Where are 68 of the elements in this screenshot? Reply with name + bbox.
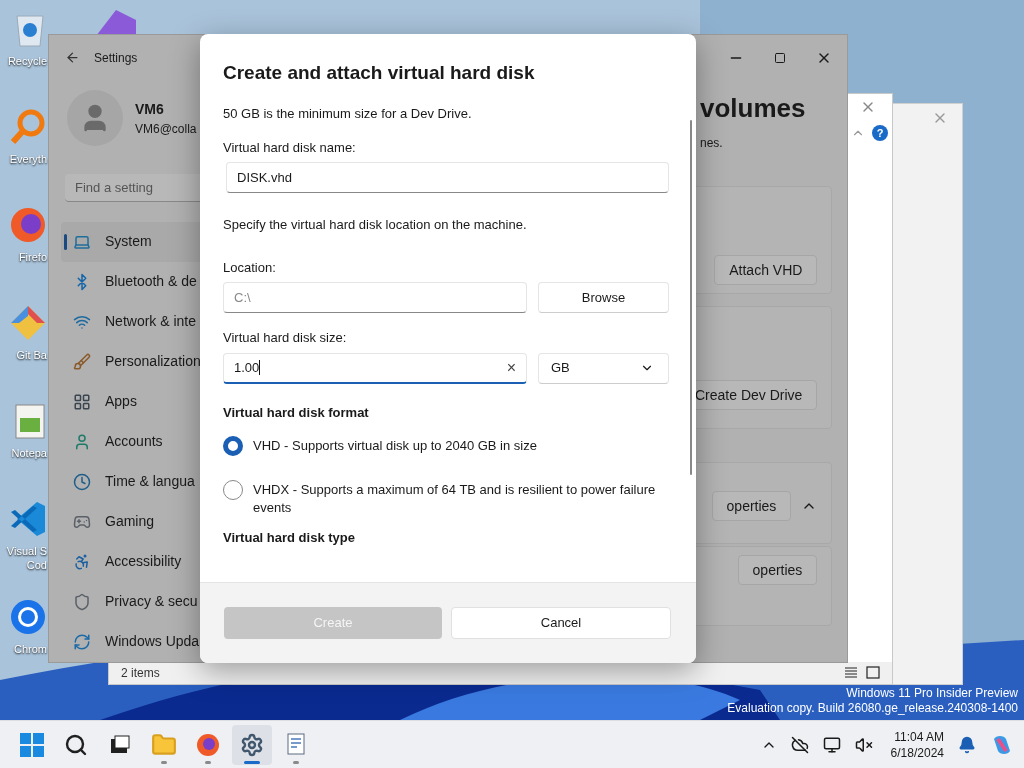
input-field[interactable]: C:\ (223, 282, 527, 313)
shield-icon (73, 593, 91, 611)
apps-icon (73, 393, 91, 411)
radio-label[interactable]: VHDX - Supports a maximum of 64 TB and is resilient to power failure events (253, 481, 663, 517)
input-field[interactable]: DISK.vhd (226, 162, 669, 193)
card-button[interactable]: operties (711, 491, 792, 521)
clear-button[interactable]: × (506, 355, 516, 380)
page-heading: volumes (700, 92, 806, 125)
tile-view-icon[interactable] (866, 666, 880, 680)
bell-icon[interactable] (958, 735, 976, 754)
taskbar-button[interactable] (232, 724, 272, 765)
cloud-off-icon[interactable] (790, 735, 809, 754)
list-view-icon[interactable] (844, 666, 858, 680)
running-indicator (293, 760, 299, 764)
dialog-title: Create and attach virtual hard disk (223, 61, 536, 85)
person-icon (73, 433, 91, 451)
diamond-icon (9, 304, 47, 342)
settings-icon (240, 732, 264, 757)
window-title: Settings (94, 49, 138, 67)
running-indicator (161, 760, 167, 764)
section-heading: Virtual hard disk type (223, 529, 356, 547)
maximize-icon[interactable] (774, 52, 787, 64)
selection-bar (64, 234, 67, 250)
fox-globe-icon (9, 206, 47, 244)
browse-button[interactable]: Browse (538, 282, 669, 313)
field-label: Location: (223, 258, 277, 277)
system-icon (73, 233, 91, 251)
fox-globe-icon (196, 732, 220, 757)
card-button[interactable]: operties (737, 555, 818, 585)
volume-muted-icon[interactable] (854, 735, 873, 754)
radio-button[interactable] (223, 436, 243, 456)
watermark-text: Evaluation copy. Build 26080.ge_release.240308-1400 (727, 701, 1018, 716)
magnifier-icon (9, 108, 47, 146)
task-view-icon (109, 734, 131, 755)
status-text: 2 items (121, 665, 160, 682)
field-label: Virtual hard disk name: (223, 138, 357, 157)
running-indicator (244, 760, 260, 764)
location-note: Specify the virtual hard disk location on the machine. (223, 216, 528, 234)
update-icon (73, 633, 91, 651)
user-name: VM6 (135, 99, 165, 119)
scrollbar[interactable] (690, 120, 692, 475)
folder-icon (151, 731, 177, 758)
monitor-icon[interactable] (822, 735, 841, 754)
code-editor-icon (9, 500, 47, 538)
unit-dropdown[interactable]: GB (538, 352, 669, 384)
user-email: VM6@colla (135, 120, 197, 138)
ring-icon (9, 598, 47, 636)
cancel-button[interactable]: Cancel (451, 607, 671, 639)
clock-icon (73, 473, 91, 491)
watermark-text: Windows 11 Pro Insider Preview (846, 686, 1018, 701)
clock[interactable]: 11:04 AM 6/18/2024 (890, 728, 944, 761)
input-field[interactable]: 1.00 × (223, 352, 527, 384)
notepad-icon (13, 402, 47, 440)
card-button[interactable]: Attach VHD (714, 255, 818, 285)
search-icon (64, 732, 88, 757)
field-label: Virtual hard disk size: (223, 329, 348, 347)
section-heading: Virtual hard disk format (223, 403, 370, 422)
windows-logo-icon (20, 732, 44, 757)
document-icon (286, 732, 306, 757)
dev-drive-note: 50 GB is the minimum size for a Dev Drive. (223, 105, 473, 123)
radio-label[interactable]: VHD - Supports virtual disk up to 2040 GB in size (253, 437, 663, 455)
back-icon[interactable] (65, 50, 80, 66)
brush-icon (73, 353, 91, 371)
running-indicator (205, 760, 211, 764)
accessibility-icon (73, 553, 91, 571)
network-icon (73, 313, 91, 331)
gamepad-icon (73, 513, 91, 531)
page-subtitle: nes. (700, 135, 723, 152)
